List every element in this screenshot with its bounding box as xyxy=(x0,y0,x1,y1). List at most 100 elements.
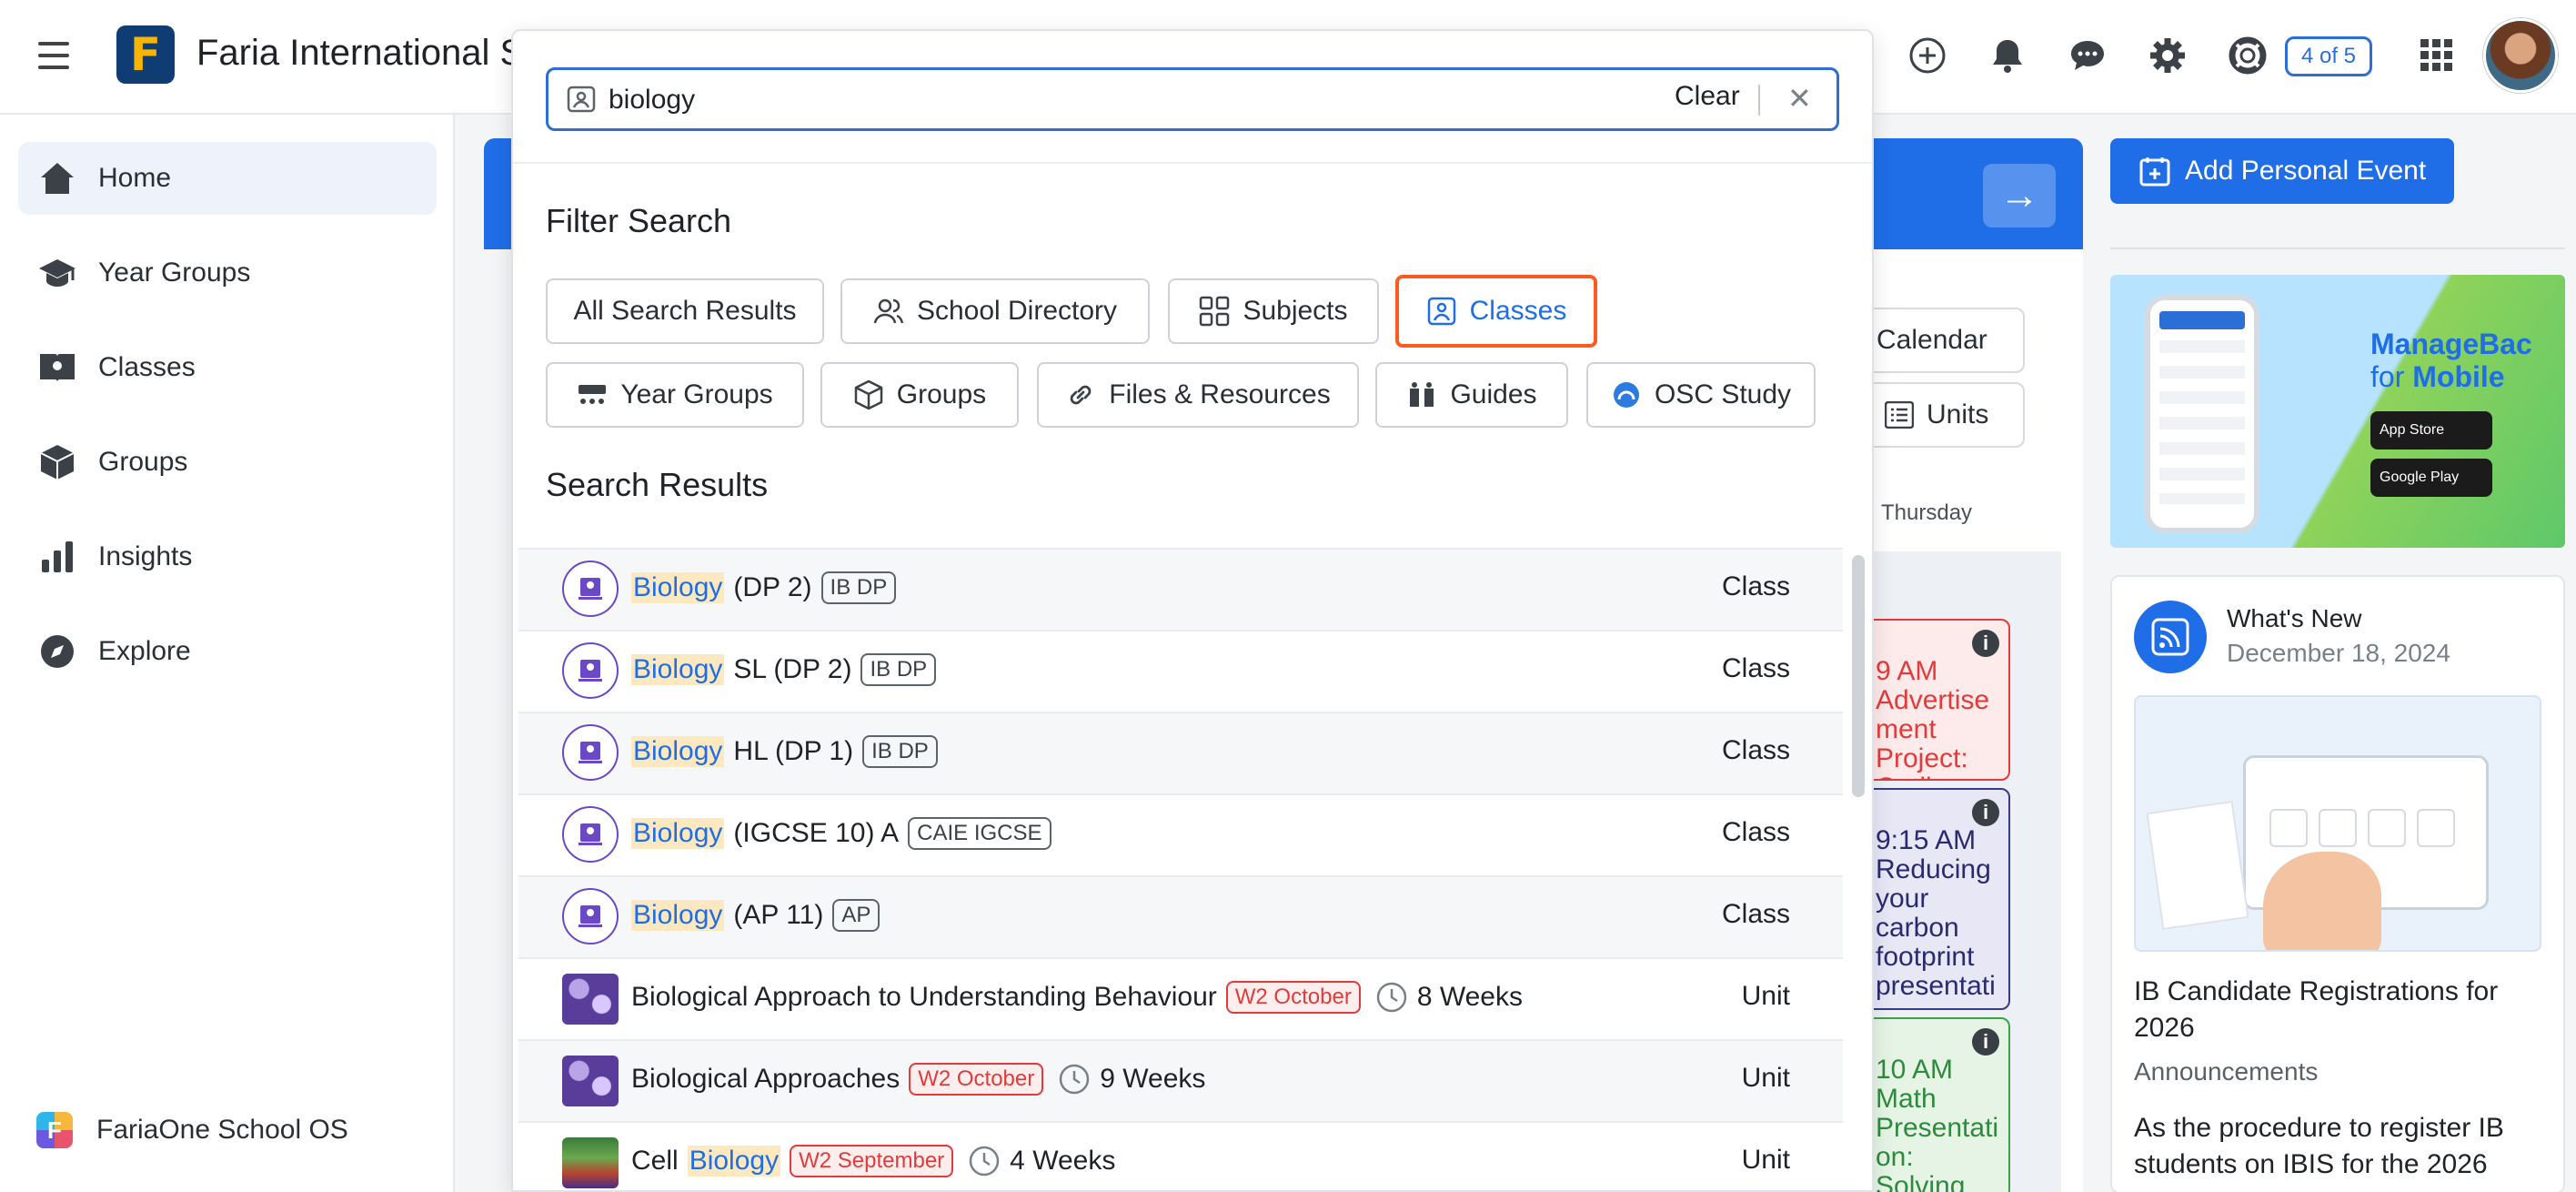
sidebar-item-year-groups[interactable]: Year Groups xyxy=(18,237,437,309)
search-input[interactable] xyxy=(609,81,1609,119)
filter-all-search-results[interactable]: All Search Results xyxy=(546,278,824,344)
grid-icon xyxy=(1200,296,1230,327)
duration-label: 8 Weeks xyxy=(1416,982,1523,1012)
term-tag: W2 October xyxy=(1225,981,1361,1014)
promo-line-2-bold: Mobile xyxy=(2412,360,2505,393)
result-highlight: Biology xyxy=(687,1146,781,1177)
people-icon xyxy=(873,298,904,324)
result-name: (AP 11) xyxy=(733,900,824,930)
whats-new-title: What's New xyxy=(2227,604,2362,632)
sidebar-item-label: Home xyxy=(98,163,172,193)
filter-subjects[interactable]: Subjects xyxy=(1168,278,1379,344)
result-type: Unit xyxy=(1741,1063,1790,1093)
arrow-right-icon[interactable]: → xyxy=(1983,164,2056,227)
sidebar-item-label: Groups xyxy=(98,447,188,477)
app-store-badge[interactable]: App Store xyxy=(2370,411,2492,450)
search-box[interactable]: Clear ✕ xyxy=(546,67,1839,131)
divider xyxy=(513,162,1872,164)
search-result-row[interactable]: Biological Approaches W2 October 9 Weeks U… xyxy=(518,1039,1843,1121)
close-icon[interactable]: ✕ xyxy=(1787,81,1812,116)
search-result-row[interactable]: Biological Approach to Understanding Beh… xyxy=(518,957,1843,1039)
fariaone-link[interactable]: F FariaOne School OS xyxy=(36,1112,348,1148)
unit-thumbnail xyxy=(562,1056,619,1106)
announcement-headline[interactable]: IB Candidate Registrations for 2026 xyxy=(2134,974,2543,1046)
add-personal-event-button[interactable]: Add Personal Event xyxy=(2110,138,2454,204)
result-type: Class xyxy=(1721,735,1790,765)
filter-label: Groups xyxy=(896,379,987,409)
managebac-mobile-promo[interactable]: ManageBac for Mobile App Store Google Pl… xyxy=(2110,275,2565,548)
program-tag: IB DP xyxy=(862,735,938,768)
divider xyxy=(2110,247,2565,249)
filter-classes[interactable]: Classes xyxy=(1395,275,1597,348)
program-tag: CAIE IGCSE xyxy=(908,817,1052,850)
info-icon[interactable]: i xyxy=(1972,630,1999,657)
checklist-illustration xyxy=(2146,800,2249,931)
result-type: Class xyxy=(1721,899,1790,929)
sidebar-item-groups[interactable]: Groups xyxy=(18,426,437,499)
class-icon xyxy=(562,561,619,617)
sidebar-item-home[interactable]: Home xyxy=(18,142,437,215)
program-tag: AP xyxy=(832,899,880,932)
result-highlight: Biology xyxy=(631,736,725,767)
search-results-heading: Search Results xyxy=(546,466,769,503)
google-play-badge[interactable]: Google Play xyxy=(2370,459,2492,497)
promo-line-2: for Mobile xyxy=(2370,360,2552,393)
class-icon xyxy=(562,724,619,781)
phone-mockup xyxy=(2145,295,2259,533)
fariaone-logo-icon: F xyxy=(36,1112,73,1148)
unit-thumbnail xyxy=(562,1137,619,1188)
filter-osc-study[interactable]: OSC Study xyxy=(1586,362,1816,428)
search-result-row[interactable]: Biology HL (DP 1) IB DP Class xyxy=(518,712,1843,793)
add-circle-icon[interactable] xyxy=(1907,35,1948,76)
school-name[interactable]: Faria International S xyxy=(196,33,524,74)
calendar-event[interactable]: 10 AM Math Presentati on: Solving the i xyxy=(1865,1017,2010,1192)
gear-icon[interactable] xyxy=(2147,35,2189,76)
filter-year-groups[interactable]: Year Groups xyxy=(546,362,804,428)
apps-grid-icon[interactable] xyxy=(2416,35,2458,76)
clear-search-button[interactable]: Clear xyxy=(1675,81,1740,112)
sidebar-item-explore[interactable]: Explore xyxy=(18,615,437,688)
sidebar-item-classes[interactable]: Classes xyxy=(18,331,437,404)
filter-school-directory[interactable]: School Directory xyxy=(840,278,1150,344)
sidebar-item-insights[interactable]: Insights xyxy=(18,520,437,593)
search-result-row[interactable]: Biology (IGCSE 10) A CAIE IGCSE Class xyxy=(518,793,1843,875)
search-result-row[interactable]: Biology SL (DP 2) IB DP Class xyxy=(518,630,1843,712)
event-text: 9:15 AM Reducing your carbon footprint p… xyxy=(1876,825,1996,1009)
bell-icon[interactable] xyxy=(1987,35,2028,76)
filter-groups[interactable]: Groups xyxy=(820,362,1019,428)
hand-illustration xyxy=(2263,852,2381,950)
filter-label: Guides xyxy=(1450,379,1537,409)
result-name: HL (DP 1) xyxy=(733,736,854,766)
user-avatar[interactable] xyxy=(2483,18,2558,93)
calendar-event[interactable]: 9:15 AM Reducing your carbon footprint p… xyxy=(1865,788,2010,1010)
bar-chart-icon xyxy=(42,541,73,572)
hamburger-menu-icon[interactable] xyxy=(38,42,69,69)
announcement-body: As the procedure to register IB students… xyxy=(2134,1113,2504,1179)
osc-icon xyxy=(1613,382,1639,408)
result-highlight: Biology xyxy=(631,900,725,931)
class-icon xyxy=(562,642,619,699)
term-tag: W2 October xyxy=(909,1063,1044,1096)
chat-icon[interactable] xyxy=(2067,35,2108,76)
filter-files-resources[interactable]: Files & Resources xyxy=(1037,362,1359,428)
info-icon[interactable]: i xyxy=(1972,1028,1999,1056)
search-result-row[interactable]: Biology (AP 11) AP Class xyxy=(518,875,1843,957)
clock-icon xyxy=(1060,1064,1090,1095)
filter-guides[interactable]: Guides xyxy=(1375,362,1568,428)
info-icon[interactable]: i xyxy=(1972,799,1999,826)
whats-new-card: What's New December 18, 2024 IB Candidat… xyxy=(2110,575,2565,1192)
search-result-row[interactable]: Biology (DP 2) IB DP Class xyxy=(518,548,1843,630)
google-play-label: Google Play xyxy=(2380,470,2460,485)
search-panel: Clear ✕ Filter Search All Search Results… xyxy=(511,29,1874,1192)
page-counter-badge[interactable]: 4 of 5 xyxy=(2285,36,2372,76)
calendar-event[interactable]: 9 AM Advertise ment Project: Outline i xyxy=(1865,619,2010,781)
search-result-row[interactable]: Cell Biology W2 September 4 Weeks Unit xyxy=(518,1121,1843,1190)
classes-search-icon xyxy=(567,86,596,113)
help-lifebuoy-icon[interactable] xyxy=(2227,35,2269,76)
app-store-label: App Store xyxy=(2380,422,2445,438)
filter-label: All Search Results xyxy=(573,296,797,326)
faria-logo[interactable]: F xyxy=(116,25,175,84)
event-text: 9 AM Advertise ment Project: Outline xyxy=(1876,656,1990,780)
duration-label: 4 Weeks xyxy=(1010,1146,1116,1176)
results-scrollbar[interactable] xyxy=(1852,555,1865,797)
